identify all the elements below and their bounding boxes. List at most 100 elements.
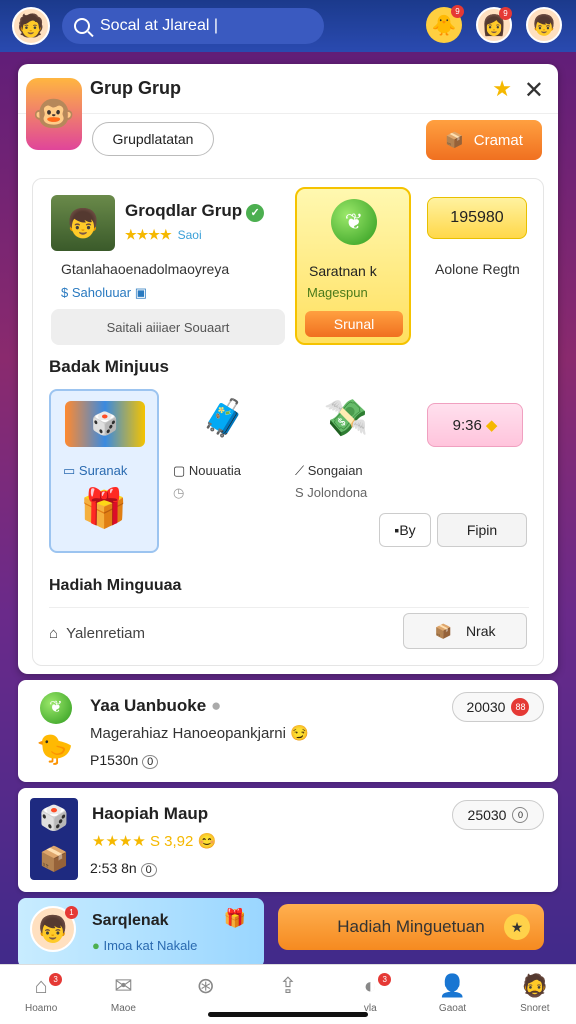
verified-icon: ✓: [246, 204, 265, 222]
list-desc-text: ★★★★ S 3,92: [92, 833, 194, 850]
list-item[interactable]: 🎲 📦 Haopiah Maup ★★★★ S 3,92 😊 2:53 8n 0 …: [18, 788, 558, 892]
chest-icon: 🧳: [201, 397, 247, 438]
by-button-label: By: [399, 522, 416, 538]
close-icon[interactable]: ✕: [524, 76, 544, 105]
coin-box[interactable]: 9:36 ◆: [427, 403, 523, 447]
group-description: Gtanlahaoenadolmaoyreya: [61, 261, 230, 277]
group-panel: 🐵 Grup Grup ★ ✕ Grupdlatatan 📦 Cramat 👦 G…: [18, 64, 558, 674]
bell-icon: ◐: [363, 973, 377, 998]
footer-label: Yalenretiam: [66, 625, 145, 642]
nav-home[interactable]: ⌂ Hoamo 3: [6, 973, 76, 1014]
nav-upload[interactable]: ⇪: [253, 973, 323, 1003]
gem-icon: ●: [210, 696, 222, 715]
list-title-text: Yaa Uanbuoke: [90, 696, 207, 715]
home-icon: ⌂: [49, 625, 59, 642]
list-desc: ★★★★ S 3,92 😊: [92, 833, 217, 850]
meta-badge: 0: [140, 863, 157, 877]
notification-badge: 9: [499, 7, 512, 20]
check-icon: ●: [92, 938, 100, 953]
star-icon[interactable]: ★: [492, 76, 512, 102]
section-title: Badak Minjuus: [49, 357, 169, 376]
list-meta: 2:53 8n 0: [90, 860, 157, 877]
search-bar[interactable]: Socal at Jlareal |: [62, 8, 324, 44]
reward-sub: Magespun: [307, 285, 368, 300]
user-avatar: 👦 1: [30, 906, 78, 952]
star-icon: ★: [504, 914, 530, 940]
top-bar: 🧑 Socal at Jlareal | 🐥 9 👩 9 👦: [0, 0, 576, 52]
coin-value: 9:36: [452, 416, 482, 434]
home-indicator: [208, 1012, 368, 1017]
rating-note: Saoi: [177, 228, 202, 242]
create-button[interactable]: 📦 Cramat: [426, 120, 542, 160]
score-pill[interactable]: 25030 0: [452, 800, 544, 830]
item-label[interactable]: ⟋ Songaian: [295, 463, 363, 479]
pill-badge: 0: [512, 807, 529, 823]
profile-avatar[interactable]: 🧑: [12, 7, 50, 45]
hadiah-button[interactable]: Hadiah Minguetuan ★: [278, 904, 544, 950]
list-desc-text: Magerahiaz Hanoeopankjarni: [90, 725, 286, 742]
reward-card[interactable]: ❦ Saratnan k Magespun Srunal: [295, 187, 411, 345]
treasure-icon: 🎲 📦: [30, 798, 78, 880]
rating-stars: ★★★★: [125, 227, 172, 242]
search-icon: [74, 18, 90, 34]
event-card[interactable]: 🎲 ▭ Suranak 🎁: [49, 389, 159, 553]
list-meta: P1530n 0: [90, 752, 159, 769]
by-button[interactable]: ▪ By: [379, 513, 431, 547]
mascot-icon: 🐤: [36, 733, 74, 766]
nav-explore[interactable]: ⊛: [171, 973, 241, 1003]
group-subtitle-text: Saholuuar: [71, 285, 132, 300]
score-pill-value: 20030: [466, 699, 506, 715]
reward-button[interactable]: Srunal: [305, 311, 403, 337]
box-icon: 📦: [445, 132, 464, 149]
friend-avatar[interactable]: 👩 9: [476, 7, 512, 43]
nrak-button-label: Nrak: [465, 623, 496, 639]
score-pill[interactable]: 20030 88: [452, 692, 544, 722]
home-icon: ⌂: [34, 973, 48, 998]
item-label[interactable]: ▢ Nouuatia: [173, 463, 241, 479]
compass-icon: ⊛: [196, 973, 215, 998]
event-label-text: Suranak: [78, 463, 128, 478]
friend-avatar[interactable]: 👦: [526, 7, 562, 43]
nav-account[interactable]: 🧔 Snoret: [500, 973, 570, 1014]
region-label: Aolone Regtn: [435, 261, 520, 277]
list-meta-text: 2:53 8n: [90, 860, 137, 876]
gift-icon: 🎁: [80, 488, 128, 530]
gift-icon: 🎁: [223, 908, 246, 928]
fpin-button[interactable]: Fipin: [437, 513, 527, 547]
list-meta-text: P1530n: [90, 752, 139, 768]
nav-label: Maoe: [110, 1003, 136, 1014]
list-item[interactable]: ❦ 🐤 Yaa Uanbuoke ● Magerahiaz Hanoeopank…: [18, 680, 558, 782]
notification-badge: 9: [451, 5, 464, 18]
item-label-text: Songaian: [307, 463, 363, 478]
score-box: 195980: [427, 197, 527, 239]
group-photo: 👦: [51, 195, 115, 251]
score-pill-value: 25030: [467, 807, 507, 823]
timer-icon: ◷: [173, 485, 185, 500]
group-card: 👦 Groqdlar Grup ✓ ★★★★ Saoi Gtanlahaoenado…: [32, 178, 544, 666]
item-sub: S Jolondona: [295, 485, 368, 500]
list-desc: Magerahiaz Hanoeopankjarni 😏: [90, 725, 309, 742]
divider: [49, 607, 529, 608]
nav-label: Hoamo: [25, 1003, 58, 1014]
filter-chip[interactable]: Grupdlatatan: [92, 122, 214, 156]
nrak-button[interactable]: 📦 Nrak: [403, 613, 527, 649]
nav-chat[interactable]: ✉ Maoe: [88, 973, 158, 1014]
promo-card[interactable]: 👦 1 Sarqlenak ● Imoa kat Nakale 🎁: [18, 898, 264, 968]
nav-profile[interactable]: 👤 Gaoat: [418, 973, 488, 1014]
coin-icon: ◆: [485, 417, 498, 434]
mascot-icon: 🐵: [26, 78, 82, 150]
panel-title: Grup Grup: [18, 64, 558, 114]
group-subtitle: $ Saholuuar ▣: [61, 285, 148, 300]
avatar-icon: 🧔: [521, 973, 549, 998]
nav-notifications[interactable]: ◐ vla 3: [335, 973, 405, 1014]
reward-label: Saratnan k: [309, 263, 377, 279]
group-rating: ★★★★ Saoi: [125, 227, 202, 243]
leaf-icon: ❦: [40, 692, 72, 724]
event-art: 🎲: [65, 401, 145, 447]
create-button-label: Cramat: [473, 131, 523, 149]
nav-badge: 3: [378, 973, 392, 986]
group-action-button[interactable]: Saitali aiiiaer Souaart: [51, 309, 285, 345]
person-icon: 👤: [438, 973, 467, 998]
sun-mascot-icon[interactable]: 🐥 9: [426, 5, 464, 43]
nav-label: Snoret: [520, 1003, 550, 1014]
